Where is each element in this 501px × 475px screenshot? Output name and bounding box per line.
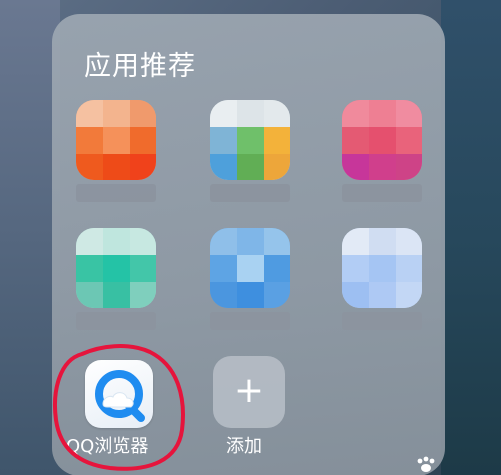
- qq-browser-logo: [95, 370, 145, 422]
- add-app-button[interactable]: +: [213, 356, 285, 428]
- wallpaper-edge: [441, 0, 501, 475]
- app-icon-pixelated: [76, 100, 156, 180]
- app-tile-6[interactable]: [342, 228, 442, 338]
- app-label-pixelated: [342, 312, 422, 330]
- app-label-pixelated: [210, 184, 290, 202]
- app-tile-4[interactable]: [76, 228, 176, 338]
- app-label-pixelated: [76, 312, 156, 330]
- wallpaper: [0, 0, 60, 475]
- app-icon-pixelated: [76, 228, 156, 308]
- app-label-pixelated: [342, 184, 422, 202]
- folder-title: 应用推荐: [84, 51, 196, 82]
- app-tile-5[interactable]: [210, 228, 310, 338]
- app-tile-1[interactable]: [76, 100, 176, 210]
- app-icon-pixelated: [210, 100, 290, 180]
- app-tile-3[interactable]: [342, 100, 442, 210]
- app-icon-pixelated: [342, 228, 422, 308]
- paw-icon: [417, 456, 435, 472]
- plus-icon: +: [233, 370, 265, 411]
- app-icon-pixelated: [342, 100, 422, 180]
- app-label-pixelated: [76, 184, 156, 202]
- app-label-pixelated: [210, 312, 290, 330]
- add-label: 添加: [226, 436, 262, 457]
- app-tile-2[interactable]: [210, 100, 310, 210]
- qq-browser-icon[interactable]: [85, 360, 153, 428]
- app-icon-pixelated: [210, 228, 290, 308]
- qq-browser-label: QQ浏览器: [66, 436, 149, 457]
